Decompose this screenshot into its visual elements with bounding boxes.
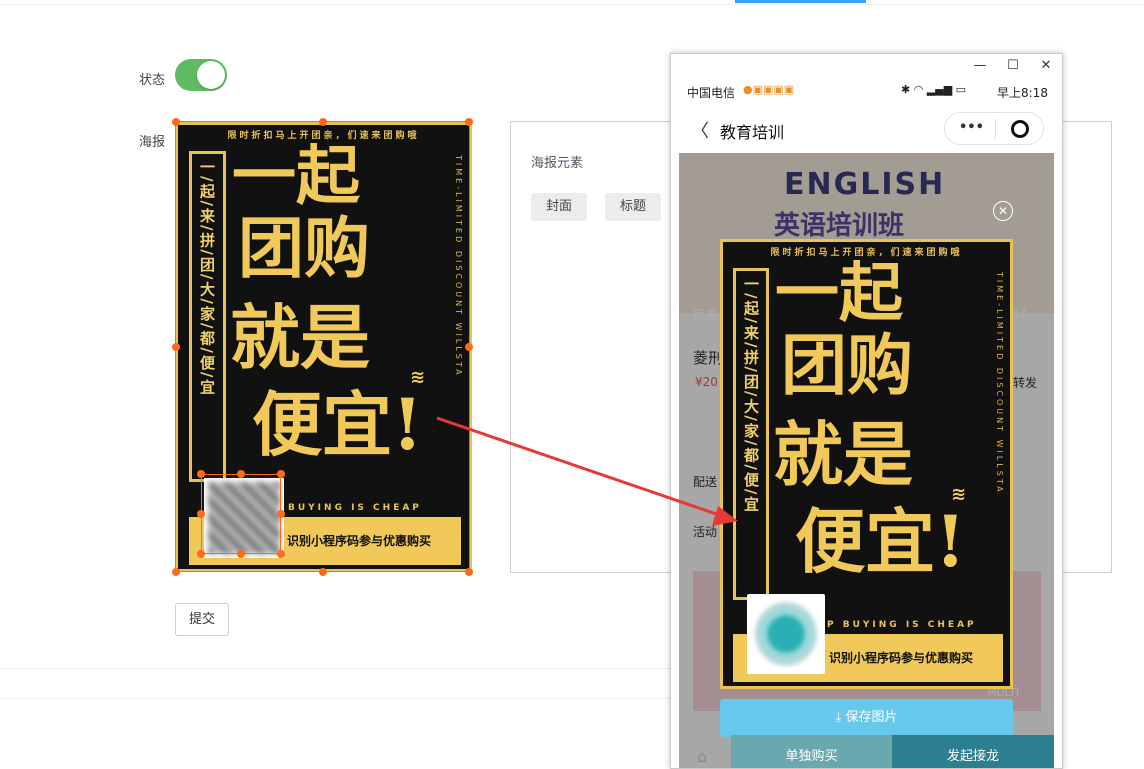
preview-poster: 限时折扣马上开团亲，们速来团购哦 一/起/来/拼/团/大/家/都/便/宜 TIM…: [720, 239, 1013, 689]
maximize-icon[interactable]: ☐: [1006, 58, 1020, 73]
preview-waves-icon: ≋: [951, 484, 967, 505]
preview-headline-1: 一起: [775, 256, 903, 331]
preview-bottom-en: P BUYING IS CHEAP: [827, 620, 977, 630]
qr-selection-box: [201, 474, 281, 554]
resize-handle-tl[interactable]: [172, 118, 180, 126]
qr-handle-tc[interactable]: [237, 470, 245, 478]
resize-handle-tc[interactable]: [319, 118, 327, 126]
panel-title: 海报元素: [531, 156, 584, 171]
preview-headline-2: 团购: [781, 326, 913, 404]
close-mini-program-icon[interactable]: [1011, 120, 1029, 138]
resize-handle-mr[interactable]: [465, 343, 473, 351]
phone-status-bar: 中国电信 ●▣▣▣▣ ✱ ◠ ▂▄▆ ▭ 早上8:18: [679, 79, 1054, 103]
header-divider: [0, 4, 1144, 5]
qr-handle-ml[interactable]: [197, 510, 205, 518]
qr-handle-bl[interactable]: [197, 550, 205, 558]
active-tab-indicator: [735, 0, 866, 3]
buy-alone-button[interactable]: 单独购买: [731, 735, 892, 768]
resize-handle-bc[interactable]: [319, 568, 327, 576]
footer-divider: [0, 668, 670, 669]
mini-program-code-image: [755, 602, 817, 666]
preview-right-text: TIME-LIMITED DISCOUNT WILLSTA: [995, 272, 1004, 495]
notification-icons: ●▣▣▣▣: [743, 83, 795, 96]
home-icon[interactable]: ⌂: [697, 747, 707, 766]
save-image-label: 保存图片: [845, 710, 898, 725]
status-toggle[interactable]: [175, 59, 227, 91]
resize-handle-tr[interactable]: [465, 118, 473, 126]
carrier-text: 中国电信: [687, 86, 736, 100]
more-icon[interactable]: •••: [959, 120, 984, 135]
resize-handle-bl[interactable]: [172, 568, 180, 576]
save-image-button[interactable]: ⤓ 保存图片: [720, 699, 1013, 737]
qr-handle-tl[interactable]: [197, 470, 205, 478]
clock-text: 早上8:18: [997, 86, 1048, 100]
capsule-divider: [995, 119, 996, 139]
minimize-icon[interactable]: —: [973, 58, 987, 73]
preview-bottom-bar-text: 识别小程序码参与优惠购买: [829, 651, 974, 665]
toggle-knob: [197, 61, 225, 89]
resize-handle-br[interactable]: [465, 568, 473, 576]
poster-label: 海报: [139, 135, 166, 150]
status-label: 状态: [139, 73, 166, 88]
chip-title[interactable]: 标题: [605, 193, 662, 221]
capsule-menu: •••: [944, 112, 1044, 145]
chip-cover[interactable]: 封面: [531, 193, 588, 221]
qr-handle-br[interactable]: [277, 550, 285, 558]
buy-alone-label: 单独购买: [785, 749, 838, 764]
resize-handle-ml[interactable]: [172, 343, 180, 351]
phone-bottom-bar: ⌂ 单独购买 发起接龙: [679, 735, 1054, 768]
preview-vertical-text: 一/起/来/拼/团/大/家/都/便/宜: [742, 276, 760, 514]
download-icon: ⤓: [835, 710, 846, 725]
window-titlebar: — ☐ ✕: [671, 54, 1062, 79]
modal-close-icon[interactable]: ✕: [993, 201, 1013, 221]
submit-button[interactable]: 提交: [175, 603, 229, 636]
preview-headline-4: 便宜!: [795, 500, 966, 583]
footer-divider-2: [0, 698, 670, 699]
phone-nav-bar: 〈 教育培训 •••: [679, 103, 1054, 153]
qr-handle-mr[interactable]: [277, 510, 285, 518]
preview-headline-3: 就是: [773, 413, 913, 496]
start-group-label: 发起接龙: [946, 749, 999, 764]
back-icon[interactable]: 〈: [691, 117, 709, 143]
phone-preview-window: — ☐ ✕ 中国电信 ●▣▣▣▣ ✱ ◠ ▂▄▆ ▭ 早上8:18 〈 教育培训…: [670, 53, 1063, 769]
close-icon[interactable]: ✕: [1039, 58, 1053, 73]
start-group-button[interactable]: 发起接龙: [892, 735, 1054, 768]
qr-handle-tr[interactable]: [277, 470, 285, 478]
nav-title: 教育培训: [720, 123, 785, 142]
preview-qr-code: [747, 594, 825, 674]
signal-icons: ✱ ◠ ▂▄▆ ▭: [901, 83, 967, 96]
qr-handle-bc[interactable]: [237, 550, 245, 558]
